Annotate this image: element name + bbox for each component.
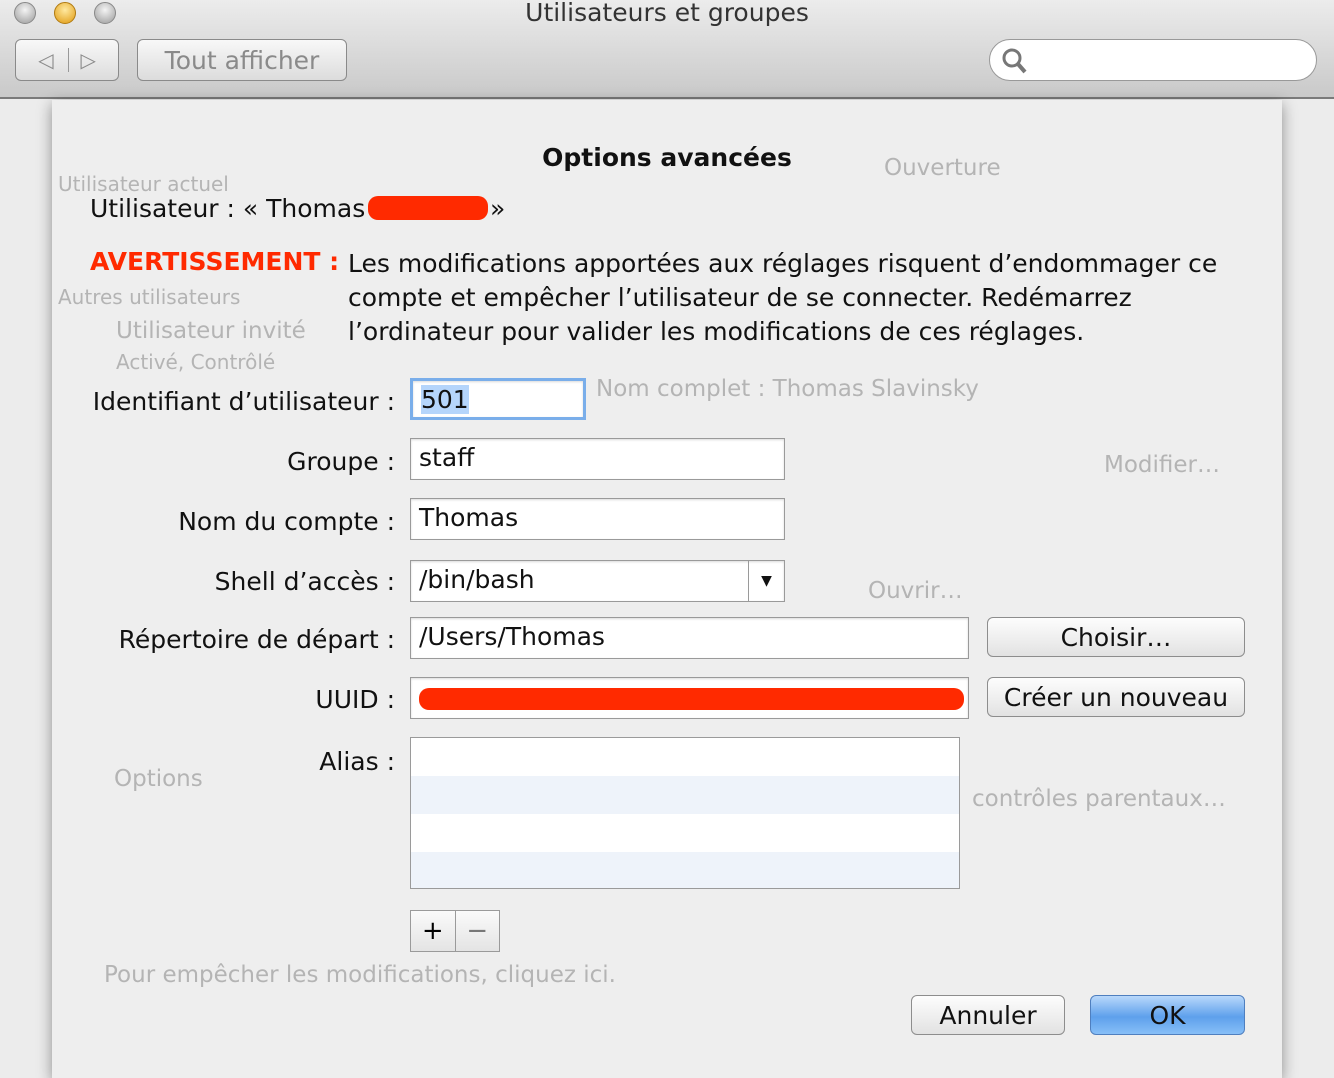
bg-full-name: Nom complet : Thomas Slavinsky bbox=[596, 376, 979, 402]
show-all-button[interactable]: Tout afficher bbox=[137, 39, 347, 81]
uuid-input[interactable] bbox=[410, 677, 969, 719]
forward-icon[interactable]: ▷ bbox=[69, 48, 96, 72]
alias-list[interactable] bbox=[410, 737, 960, 889]
bg-guest-status: Activé, Contrôlé bbox=[116, 350, 276, 374]
shell-label: Shell d’accès : bbox=[214, 567, 395, 596]
ok-button[interactable]: OK bbox=[1090, 995, 1245, 1035]
user-line-close: » bbox=[490, 194, 506, 223]
warning-line: Les modifications apportées aux réglages… bbox=[348, 249, 1218, 278]
bg-parental: contrôles parentaux… bbox=[972, 786, 1226, 812]
bg-modify: Modifier… bbox=[1104, 452, 1220, 478]
account-name-input[interactable]: Thomas bbox=[410, 498, 785, 540]
uuid-label: UUID : bbox=[315, 685, 395, 714]
bg-lock-text: Pour empêcher les modifications, cliquez… bbox=[104, 962, 616, 988]
account-label: Nom du compte : bbox=[178, 507, 395, 536]
uid-input[interactable]: 501 bbox=[410, 378, 586, 420]
window-title: Utilisateurs et groupes bbox=[525, 0, 809, 27]
shell-combobox[interactable]: /bin/bash ▼ bbox=[410, 560, 785, 602]
group-input[interactable]: staff bbox=[410, 438, 785, 480]
cancel-button[interactable]: Annuler bbox=[911, 995, 1065, 1035]
warning-line: l’ordinateur pour valider les modificati… bbox=[348, 317, 1085, 346]
window-toolbar: Utilisateurs et groupes ◁ ▷ Tout affiche… bbox=[0, 0, 1334, 99]
bg-guest: Utilisateur invité bbox=[116, 318, 306, 344]
redaction-mark bbox=[368, 196, 488, 220]
warning-text: Les modifications apportées aux réglages… bbox=[348, 247, 1217, 349]
home-label: Répertoire de départ : bbox=[118, 625, 395, 654]
redaction-mark bbox=[419, 688, 964, 710]
search-input[interactable] bbox=[989, 39, 1317, 81]
back-forward-control[interactable]: ◁ ▷ bbox=[15, 39, 119, 81]
bg-other-users: Autres utilisateurs bbox=[58, 285, 241, 309]
dialog-title: Options avancées bbox=[542, 143, 792, 172]
remove-alias-button[interactable]: − bbox=[456, 911, 500, 951]
bg-current-user: Utilisateur actuel bbox=[58, 172, 229, 196]
group-label: Groupe : bbox=[287, 447, 395, 476]
warning-label: AVERTISSEMENT : bbox=[90, 247, 340, 276]
user-line: Utilisateur : « Thomas bbox=[90, 194, 366, 223]
search-icon bbox=[1002, 48, 1027, 74]
uid-label: Identifiant d’utilisateur : bbox=[92, 387, 395, 416]
add-alias-button[interactable]: + bbox=[411, 911, 456, 951]
home-directory-input[interactable]: /Users/Thomas bbox=[410, 617, 969, 659]
warning-line: compte et empêcher l’utilisateur de se c… bbox=[348, 283, 1132, 312]
bg-tab-login: Ouverture bbox=[884, 155, 1001, 181]
bg-open: Ouvrir… bbox=[868, 578, 963, 604]
choose-button[interactable]: Choisir… bbox=[987, 617, 1245, 657]
alias-label: Alias : bbox=[319, 747, 395, 776]
shell-value: /bin/bash bbox=[419, 565, 535, 594]
create-new-uuid-button[interactable]: Créer un nouveau bbox=[987, 677, 1245, 717]
advanced-options-sheet: Utilisateur actuel Autres utilisateurs U… bbox=[52, 100, 1282, 1078]
alias-add-remove: + − bbox=[410, 910, 500, 952]
back-icon[interactable]: ◁ bbox=[38, 48, 69, 72]
uid-value: 501 bbox=[421, 385, 469, 414]
chevron-down-icon[interactable]: ▼ bbox=[748, 561, 784, 601]
bg-options: Options bbox=[114, 766, 203, 792]
